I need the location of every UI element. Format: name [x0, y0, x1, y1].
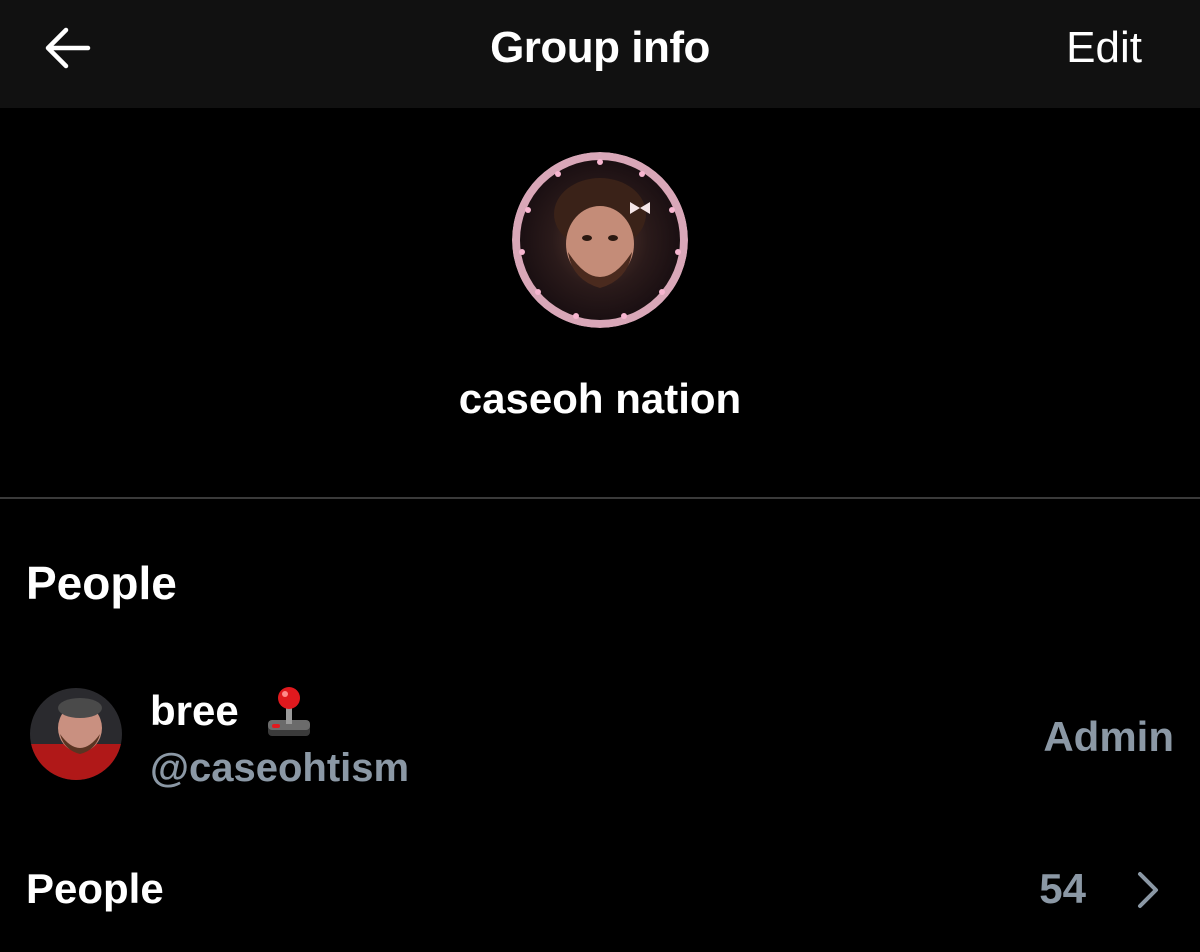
joystick-icon [268, 687, 310, 736]
member-row[interactable]: bree @caseohtism Admin [0, 668, 1200, 798]
group-avatar[interactable] [512, 152, 688, 328]
top-bar: Group info Edit [0, 0, 1200, 108]
member-handle: @caseohtism [150, 746, 410, 790]
edit-button[interactable]: Edit [1066, 22, 1142, 74]
member-name: bree [150, 687, 239, 734]
people-count: 54 [1039, 865, 1086, 912]
divider [0, 497, 1200, 499]
member-role-badge: Admin [1043, 713, 1174, 760]
people-link-label: People [26, 865, 164, 912]
people-list-link[interactable]: People 54 [0, 840, 1200, 936]
avatar[interactable] [30, 688, 122, 780]
section-title-people: People [26, 557, 177, 609]
chevron-right-icon [1138, 872, 1158, 908]
group-name: caseoh nation [458, 375, 742, 422]
page-title: Group info [490, 23, 710, 72]
